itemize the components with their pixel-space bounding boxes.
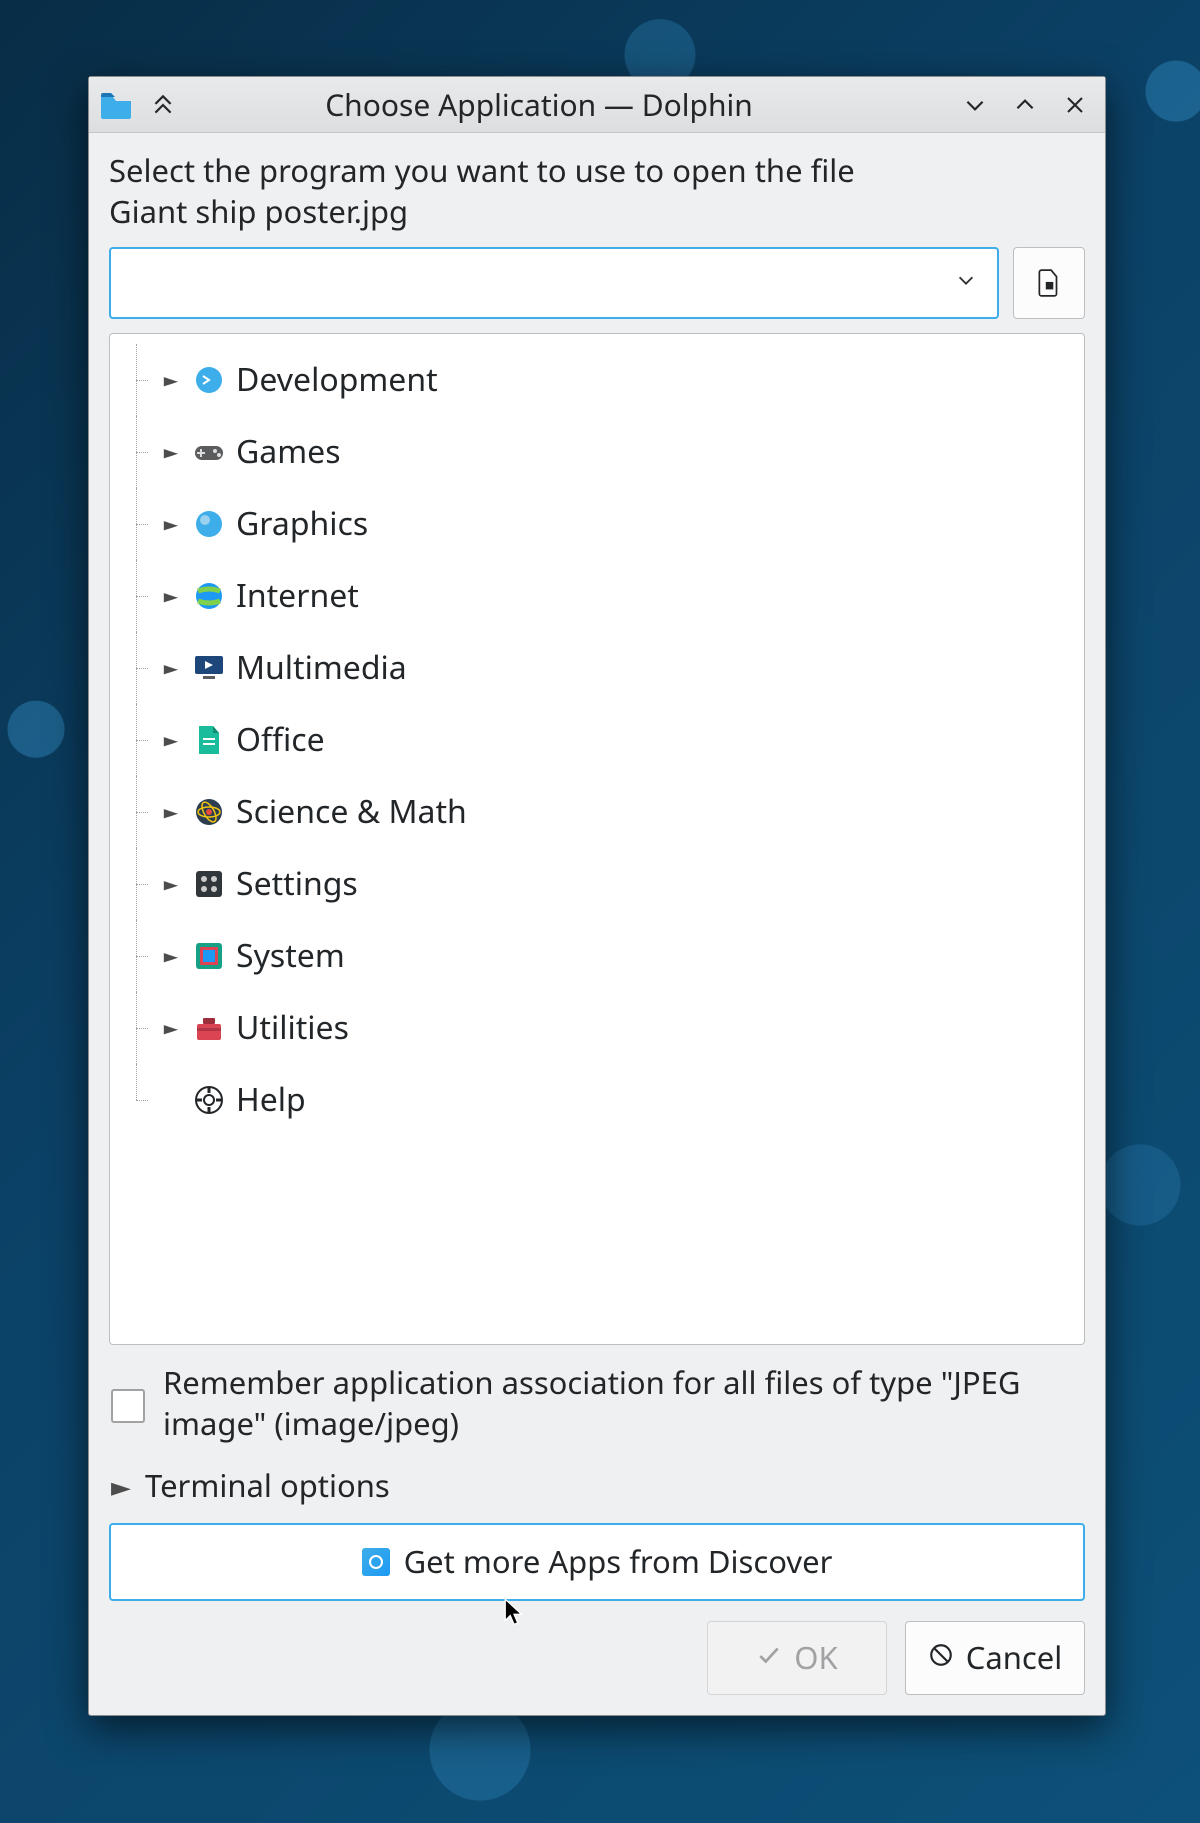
tree-branch: [132, 776, 150, 848]
prompt-text: Select the program you want to use to op…: [109, 151, 1085, 233]
tree-branch: [132, 344, 150, 416]
tree-item-label: Internet: [236, 574, 359, 617]
check-icon: [756, 1639, 782, 1677]
tree-item-utilities[interactable]: ► Utilities: [132, 992, 1072, 1064]
browse-file-button[interactable]: [1013, 247, 1085, 319]
expand-arrow-icon[interactable]: ►: [160, 510, 182, 538]
dialog-button-row: OK Cancel: [109, 1615, 1085, 1695]
cancel-label: Cancel: [966, 1637, 1063, 1679]
chevron-right-icon: ►: [111, 1468, 131, 1504]
tree-branch: [132, 1064, 150, 1136]
titlebar: Choose Application — Dolphin: [89, 77, 1105, 133]
tree-item-development[interactable]: ► Development: [132, 344, 1072, 416]
tree-item-games[interactable]: ► Games: [132, 416, 1072, 488]
tree-branch: [132, 920, 150, 992]
application-combobox[interactable]: [109, 247, 999, 319]
tree-item-system[interactable]: ► System: [132, 920, 1072, 992]
tree-item-label: Settings: [236, 862, 358, 905]
tree-branch: [132, 560, 150, 632]
tree-item-label: Office: [236, 718, 325, 761]
ok-button: OK: [707, 1621, 887, 1695]
tree-branch: [132, 632, 150, 704]
prompt-line1: Select the program you want to use to op…: [109, 150, 855, 192]
tree-item-label: Science & Math: [236, 790, 467, 833]
multimedia-icon: [192, 651, 226, 685]
window-title: Choose Application — Dolphin: [193, 84, 945, 125]
tree-item-label: Utilities: [236, 1006, 349, 1049]
expand-arrow-icon[interactable]: ►: [160, 798, 182, 826]
tree-branch: [132, 704, 150, 776]
tree-item-office[interactable]: ► Office: [132, 704, 1072, 776]
utilities-icon: [192, 1011, 226, 1045]
expand-arrow-icon[interactable]: ►: [160, 366, 182, 394]
games-icon: [192, 435, 226, 469]
internet-icon: [192, 579, 226, 613]
tree-branch: [132, 848, 150, 920]
tree-item-help[interactable]: Help: [132, 1064, 1072, 1136]
tree-item-label: Multimedia: [236, 646, 407, 689]
remember-label: Remember application association for all…: [163, 1363, 1083, 1445]
tree-item-label: System: [236, 934, 345, 977]
expand-placeholder: [160, 1086, 182, 1114]
system-icon: [192, 939, 226, 973]
tree-item-label: Development: [236, 358, 438, 401]
remember-checkbox[interactable]: [111, 1389, 145, 1423]
tree-branch: [132, 416, 150, 488]
tree-branch: [132, 992, 150, 1064]
application-category-tree[interactable]: ► Development ► Games ► G: [109, 333, 1085, 1345]
discover-icon: [362, 1548, 390, 1576]
application-input[interactable]: [125, 266, 949, 300]
chevron-down-icon[interactable]: [949, 260, 983, 305]
terminal-options-label: Terminal options: [145, 1465, 390, 1507]
prompt-filename: Giant ship poster.jpg: [109, 191, 408, 233]
expand-arrow-icon[interactable]: ►: [160, 438, 182, 466]
maximize-button[interactable]: [1005, 85, 1045, 125]
choose-application-dialog: Choose Application — Dolphin Select the …: [88, 76, 1106, 1716]
settings-icon: [192, 867, 226, 901]
remember-association-row: Remember application association for all…: [109, 1359, 1085, 1449]
tree-item-internet[interactable]: ► Internet: [132, 560, 1072, 632]
file-open-icon: [1035, 268, 1063, 298]
help-icon: [192, 1083, 226, 1117]
development-icon: [192, 363, 226, 397]
tree-item-label: Help: [236, 1078, 306, 1121]
science-math-icon: [192, 795, 226, 829]
graphics-icon: [192, 507, 226, 541]
tree-item-multimedia[interactable]: ► Multimedia: [132, 632, 1072, 704]
expand-arrow-icon[interactable]: ►: [160, 582, 182, 610]
expand-arrow-icon[interactable]: ►: [160, 870, 182, 898]
tree-item-graphics[interactable]: ► Graphics: [132, 488, 1072, 560]
expand-arrow-icon[interactable]: ►: [160, 726, 182, 754]
tree-branch: [132, 488, 150, 560]
ok-label: OK: [794, 1637, 837, 1679]
office-icon: [192, 723, 226, 757]
cancel-button[interactable]: Cancel: [905, 1621, 1085, 1695]
keep-above-button[interactable]: [143, 85, 183, 125]
expand-arrow-icon[interactable]: ►: [160, 1014, 182, 1042]
minimize-button[interactable]: [955, 85, 995, 125]
discover-label: Get more Apps from Discover: [404, 1541, 833, 1583]
close-button[interactable]: [1055, 85, 1095, 125]
terminal-options-expander[interactable]: ► Terminal options: [109, 1463, 1085, 1509]
expand-arrow-icon[interactable]: ►: [160, 654, 182, 682]
tree-item-label: Graphics: [236, 502, 368, 545]
tree-item-settings[interactable]: ► Settings: [132, 848, 1072, 920]
app-folder-icon: [99, 91, 133, 119]
tree-item-label: Games: [236, 430, 341, 473]
expand-arrow-icon[interactable]: ►: [160, 942, 182, 970]
tree-item-science-math[interactable]: ► Science & Math: [132, 776, 1072, 848]
get-more-apps-button[interactable]: Get more Apps from Discover: [109, 1523, 1085, 1601]
cancel-icon: [928, 1639, 954, 1677]
